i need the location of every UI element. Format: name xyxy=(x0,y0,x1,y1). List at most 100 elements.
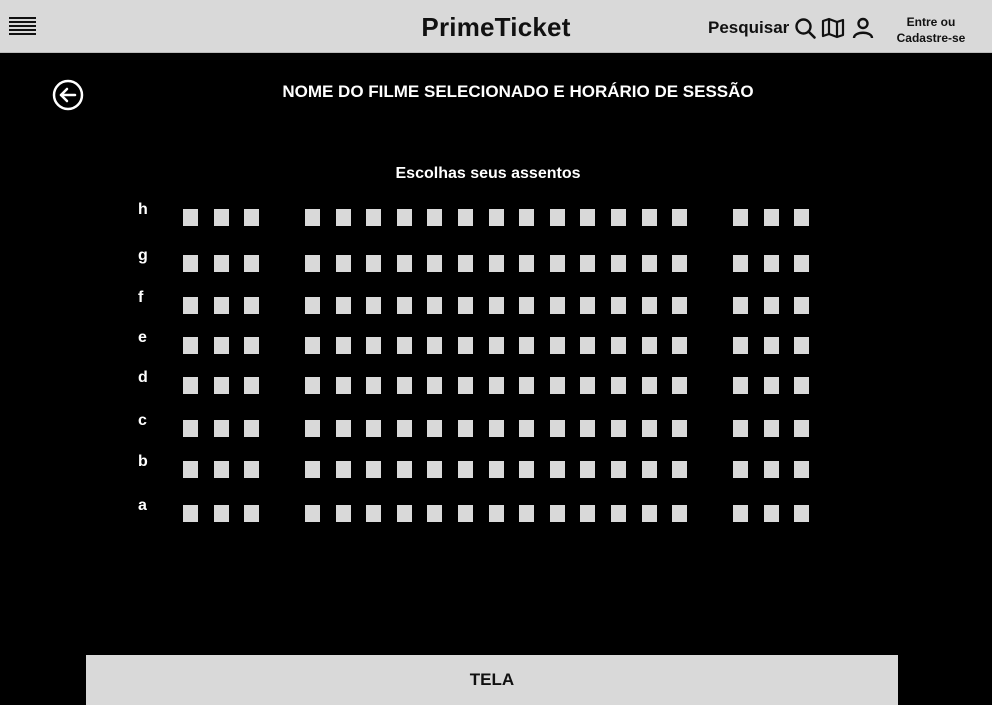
seat-g19[interactable] xyxy=(794,255,809,272)
seat-c14[interactable] xyxy=(611,420,626,437)
seat-g9[interactable] xyxy=(458,255,473,272)
seat-d5[interactable] xyxy=(336,377,351,394)
seat-h14[interactable] xyxy=(611,209,626,226)
seat-c4[interactable] xyxy=(305,420,320,437)
seat-d14[interactable] xyxy=(611,377,626,394)
seat-e15[interactable] xyxy=(642,337,657,354)
seat-b7[interactable] xyxy=(397,461,412,478)
seat-c12[interactable] xyxy=(550,420,565,437)
seat-g8[interactable] xyxy=(427,255,442,272)
seat-h11[interactable] xyxy=(519,209,534,226)
search-label[interactable]: Pesquisar xyxy=(708,18,789,38)
seat-a13[interactable] xyxy=(580,505,595,522)
user-icon[interactable] xyxy=(851,16,875,40)
seat-c13[interactable] xyxy=(580,420,595,437)
seat-h1[interactable] xyxy=(183,209,198,226)
seat-f5[interactable] xyxy=(336,297,351,314)
seat-f18[interactable] xyxy=(764,297,779,314)
seat-g6[interactable] xyxy=(366,255,381,272)
seat-h16[interactable] xyxy=(672,209,687,226)
seat-g16[interactable] xyxy=(672,255,687,272)
seat-b2[interactable] xyxy=(214,461,229,478)
seat-f15[interactable] xyxy=(642,297,657,314)
seat-c7[interactable] xyxy=(397,420,412,437)
seat-g18[interactable] xyxy=(764,255,779,272)
seat-h17[interactable] xyxy=(733,209,748,226)
seat-d4[interactable] xyxy=(305,377,320,394)
seat-c19[interactable] xyxy=(794,420,809,437)
seat-d7[interactable] xyxy=(397,377,412,394)
seat-d15[interactable] xyxy=(642,377,657,394)
seat-e14[interactable] xyxy=(611,337,626,354)
seat-b6[interactable] xyxy=(366,461,381,478)
seat-g17[interactable] xyxy=(733,255,748,272)
seat-a11[interactable] xyxy=(519,505,534,522)
seat-e19[interactable] xyxy=(794,337,809,354)
seat-b14[interactable] xyxy=(611,461,626,478)
seat-f1[interactable] xyxy=(183,297,198,314)
seat-h4[interactable] xyxy=(305,209,320,226)
seat-c9[interactable] xyxy=(458,420,473,437)
seat-b12[interactable] xyxy=(550,461,565,478)
seat-f19[interactable] xyxy=(794,297,809,314)
seat-a9[interactable] xyxy=(458,505,473,522)
seat-h2[interactable] xyxy=(214,209,229,226)
seat-h15[interactable] xyxy=(642,209,657,226)
seat-d10[interactable] xyxy=(489,377,504,394)
seat-b1[interactable] xyxy=(183,461,198,478)
login-link[interactable]: Entre ou Cadastre-se xyxy=(886,14,976,46)
seat-g14[interactable] xyxy=(611,255,626,272)
seat-e5[interactable] xyxy=(336,337,351,354)
seat-h7[interactable] xyxy=(397,209,412,226)
seat-g4[interactable] xyxy=(305,255,320,272)
seat-e4[interactable] xyxy=(305,337,320,354)
seat-b19[interactable] xyxy=(794,461,809,478)
seat-d8[interactable] xyxy=(427,377,442,394)
seat-b8[interactable] xyxy=(427,461,442,478)
hamburger-menu-icon[interactable] xyxy=(9,17,36,39)
seat-e6[interactable] xyxy=(366,337,381,354)
seat-f16[interactable] xyxy=(672,297,687,314)
seat-b16[interactable] xyxy=(672,461,687,478)
seat-d1[interactable] xyxy=(183,377,198,394)
seat-e8[interactable] xyxy=(427,337,442,354)
seat-d13[interactable] xyxy=(580,377,595,394)
seat-c1[interactable] xyxy=(183,420,198,437)
seat-a18[interactable] xyxy=(764,505,779,522)
seat-c3[interactable] xyxy=(244,420,259,437)
seat-h9[interactable] xyxy=(458,209,473,226)
seat-e16[interactable] xyxy=(672,337,687,354)
seat-f12[interactable] xyxy=(550,297,565,314)
seat-b15[interactable] xyxy=(642,461,657,478)
seat-c11[interactable] xyxy=(519,420,534,437)
seat-a17[interactable] xyxy=(733,505,748,522)
seat-a19[interactable] xyxy=(794,505,809,522)
seat-a12[interactable] xyxy=(550,505,565,522)
seat-f3[interactable] xyxy=(244,297,259,314)
seat-g3[interactable] xyxy=(244,255,259,272)
seat-c17[interactable] xyxy=(733,420,748,437)
seat-d16[interactable] xyxy=(672,377,687,394)
seat-c10[interactable] xyxy=(489,420,504,437)
seat-b9[interactable] xyxy=(458,461,473,478)
seat-h18[interactable] xyxy=(764,209,779,226)
seat-c16[interactable] xyxy=(672,420,687,437)
seat-e17[interactable] xyxy=(733,337,748,354)
seat-g2[interactable] xyxy=(214,255,229,272)
seat-g7[interactable] xyxy=(397,255,412,272)
seat-d9[interactable] xyxy=(458,377,473,394)
seat-g13[interactable] xyxy=(580,255,595,272)
seat-e2[interactable] xyxy=(214,337,229,354)
seat-a2[interactable] xyxy=(214,505,229,522)
seat-g1[interactable] xyxy=(183,255,198,272)
seat-c5[interactable] xyxy=(336,420,351,437)
seat-d3[interactable] xyxy=(244,377,259,394)
seat-f17[interactable] xyxy=(733,297,748,314)
seat-e1[interactable] xyxy=(183,337,198,354)
seat-g5[interactable] xyxy=(336,255,351,272)
seat-b17[interactable] xyxy=(733,461,748,478)
seat-d18[interactable] xyxy=(764,377,779,394)
seat-f11[interactable] xyxy=(519,297,534,314)
seat-d11[interactable] xyxy=(519,377,534,394)
seat-f7[interactable] xyxy=(397,297,412,314)
